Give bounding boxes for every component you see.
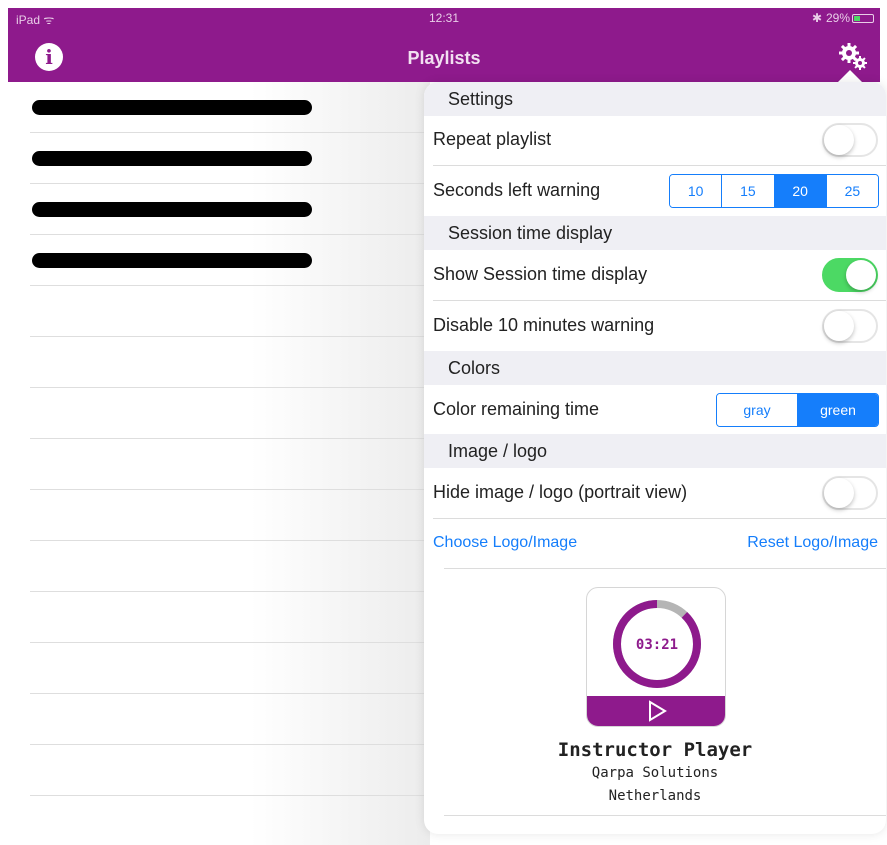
section-header-settings: Settings bbox=[424, 82, 886, 116]
playlist-row[interactable] bbox=[30, 388, 430, 439]
color-remaining-label: Color remaining time bbox=[433, 399, 600, 419]
redacted-playlist-name bbox=[32, 202, 312, 217]
disable-warning-row: Disable 10 minutes warning bbox=[424, 301, 886, 351]
page-title: Playlists bbox=[407, 48, 481, 68]
redacted-playlist-name bbox=[32, 253, 312, 268]
company-country: Netherlands bbox=[608, 788, 702, 804]
divider bbox=[444, 815, 886, 816]
timer-label: 03:21 bbox=[636, 637, 678, 653]
app-name: Instructor Player bbox=[557, 739, 753, 761]
playlist-row[interactable] bbox=[30, 745, 430, 796]
playlist-row[interactable] bbox=[30, 490, 430, 541]
section-header-colors: Colors bbox=[424, 351, 886, 385]
play-icon bbox=[649, 700, 667, 722]
playlist-row[interactable] bbox=[30, 643, 430, 694]
seconds_warning-option-10[interactable]: 10 bbox=[670, 175, 723, 207]
playlist-list bbox=[30, 82, 430, 845]
logo-play-bar bbox=[587, 696, 725, 726]
seconds-left-warning-label: Seconds left warning bbox=[433, 180, 601, 200]
playlist-row[interactable] bbox=[30, 184, 430, 235]
settings-gear-icon[interactable] bbox=[838, 42, 868, 72]
seconds_warning-option-25[interactable]: 25 bbox=[826, 175, 878, 207]
reset-logo-link[interactable]: Reset Logo/Image bbox=[747, 534, 878, 552]
battery-icon bbox=[852, 14, 874, 23]
settings-popover: Settings Repeat playlist Seconds left wa… bbox=[424, 82, 886, 834]
playlist-row[interactable] bbox=[30, 796, 430, 845]
repeat-playlist-switch[interactable] bbox=[822, 123, 878, 157]
choose-logo-link[interactable]: Choose Logo/Image bbox=[433, 534, 577, 552]
color-remaining-row: Color remaining time gray green bbox=[424, 385, 886, 435]
playlist-row[interactable] bbox=[30, 439, 430, 490]
hide-image-label: Hide image / logo (portrait view) bbox=[433, 482, 688, 502]
playlist-row[interactable] bbox=[30, 337, 430, 388]
seconds-left-warning-row: Seconds left warning 10 15 20 25 bbox=[424, 166, 886, 216]
playlist-row[interactable] bbox=[30, 541, 430, 592]
bluetooth-icon: ✱ bbox=[811, 11, 822, 25]
redacted-playlist-name bbox=[32, 100, 312, 115]
hide-image-row: Hide image / logo (portrait view) bbox=[424, 468, 886, 518]
show-session-row: Show Session time display bbox=[424, 250, 886, 300]
hide-image-switch[interactable] bbox=[822, 476, 878, 510]
status-time: 12:31 bbox=[428, 11, 460, 25]
navigation-bar: i Playlists bbox=[8, 28, 880, 82]
divider bbox=[433, 518, 886, 519]
playlist-row[interactable] bbox=[30, 235, 430, 286]
playlist-row[interactable] bbox=[30, 82, 430, 133]
section-header-image: Image / logo bbox=[424, 434, 886, 468]
disable-warning-label: Disable 10 minutes warning bbox=[433, 315, 655, 335]
company-name: Qarpa Solutions bbox=[591, 765, 719, 781]
seconds_warning-option-15[interactable]: 15 bbox=[722, 175, 775, 207]
show-session-switch[interactable] bbox=[822, 258, 878, 292]
status-bar: iPad ᯤ 12:31 ✱ 29% bbox=[8, 8, 880, 28]
app-logo: 03:21 bbox=[586, 587, 726, 727]
playlist-row[interactable] bbox=[30, 133, 430, 184]
section-header-session: Session time display bbox=[424, 216, 886, 250]
seconds_warning-option-20[interactable]: 20 bbox=[774, 175, 827, 207]
repeat-playlist-row: Repeat playlist bbox=[424, 115, 886, 165]
popover-arrow bbox=[838, 70, 862, 82]
playlist-row[interactable] bbox=[30, 592, 430, 643]
show-session-label: Show Session time display bbox=[433, 264, 648, 284]
battery-percentage: 29% bbox=[825, 11, 850, 25]
divider bbox=[444, 568, 886, 569]
color-segmented-control: gray green bbox=[716, 393, 879, 427]
color_remaining-option-green[interactable]: green bbox=[798, 394, 878, 426]
color_remaining-option-gray[interactable]: gray bbox=[717, 394, 798, 426]
repeat-playlist-label: Repeat playlist bbox=[433, 129, 552, 149]
redacted-playlist-name bbox=[32, 151, 312, 166]
seconds-warning-segmented-control: 10 15 20 25 bbox=[669, 174, 879, 208]
playlist-row[interactable] bbox=[30, 286, 430, 337]
playlist-row[interactable] bbox=[30, 694, 430, 745]
disable-warning-switch[interactable] bbox=[822, 309, 878, 343]
